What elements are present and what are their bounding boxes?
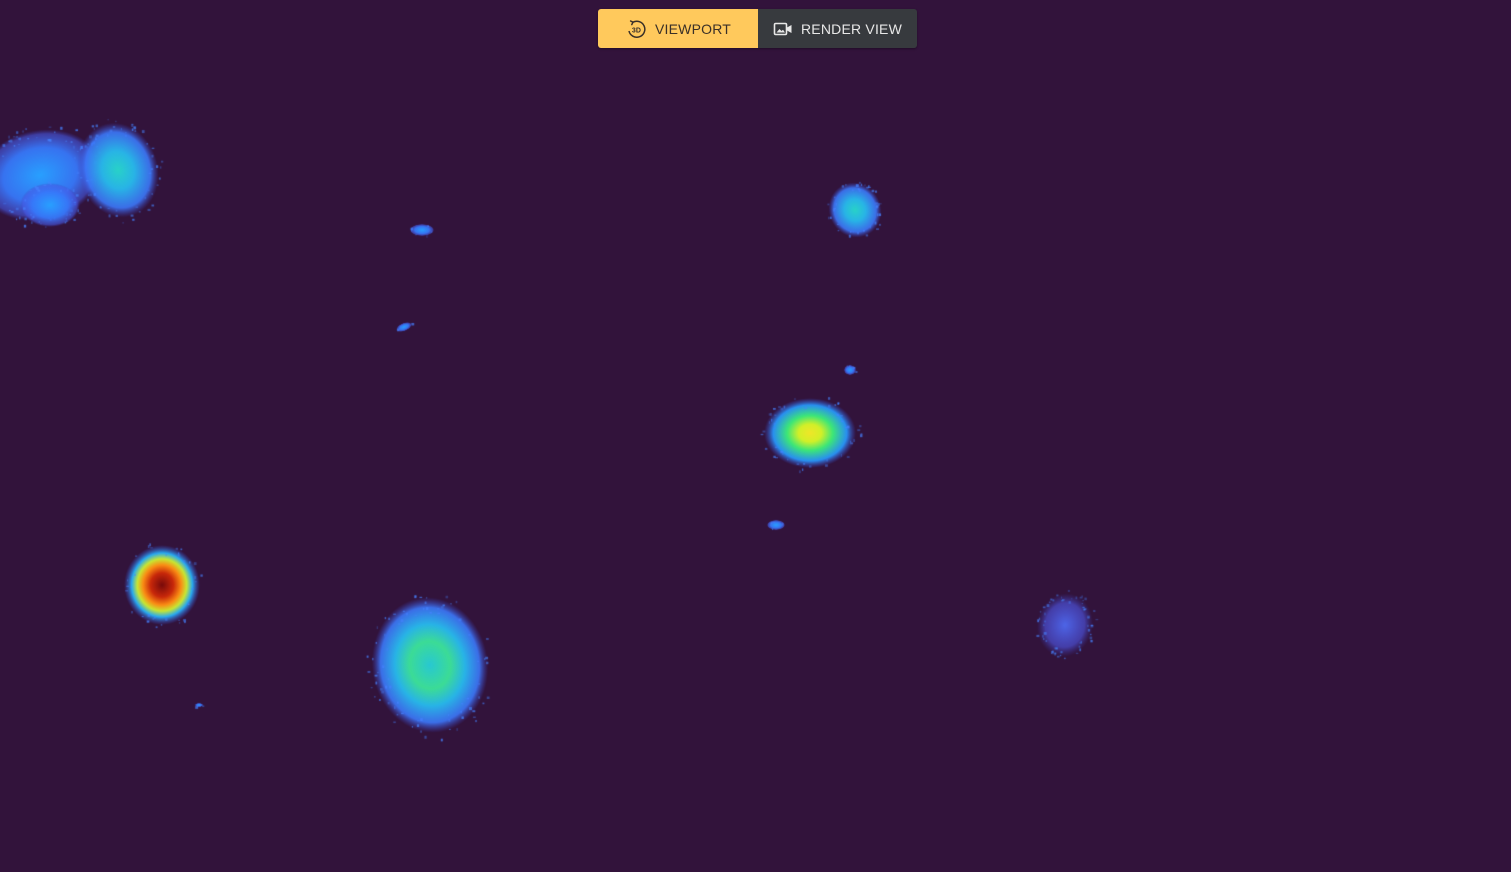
viewport-button[interactable]: 3D VIEWPORT <box>598 9 758 48</box>
camera-image-icon <box>773 20 793 38</box>
render-view-button[interactable]: RENDER VIEW <box>758 9 917 48</box>
render-view-button-label: RENDER VIEW <box>801 20 902 37</box>
viewport-button-label: VIEWPORT <box>654 20 732 37</box>
view-mode-toggle: 3D VIEWPORT RENDER VIEW <box>598 9 917 48</box>
svg-text:3D: 3D <box>632 27 641 34</box>
rotate-3d-icon: 3D <box>625 18 647 40</box>
viewport-canvas[interactable] <box>0 0 1511 872</box>
